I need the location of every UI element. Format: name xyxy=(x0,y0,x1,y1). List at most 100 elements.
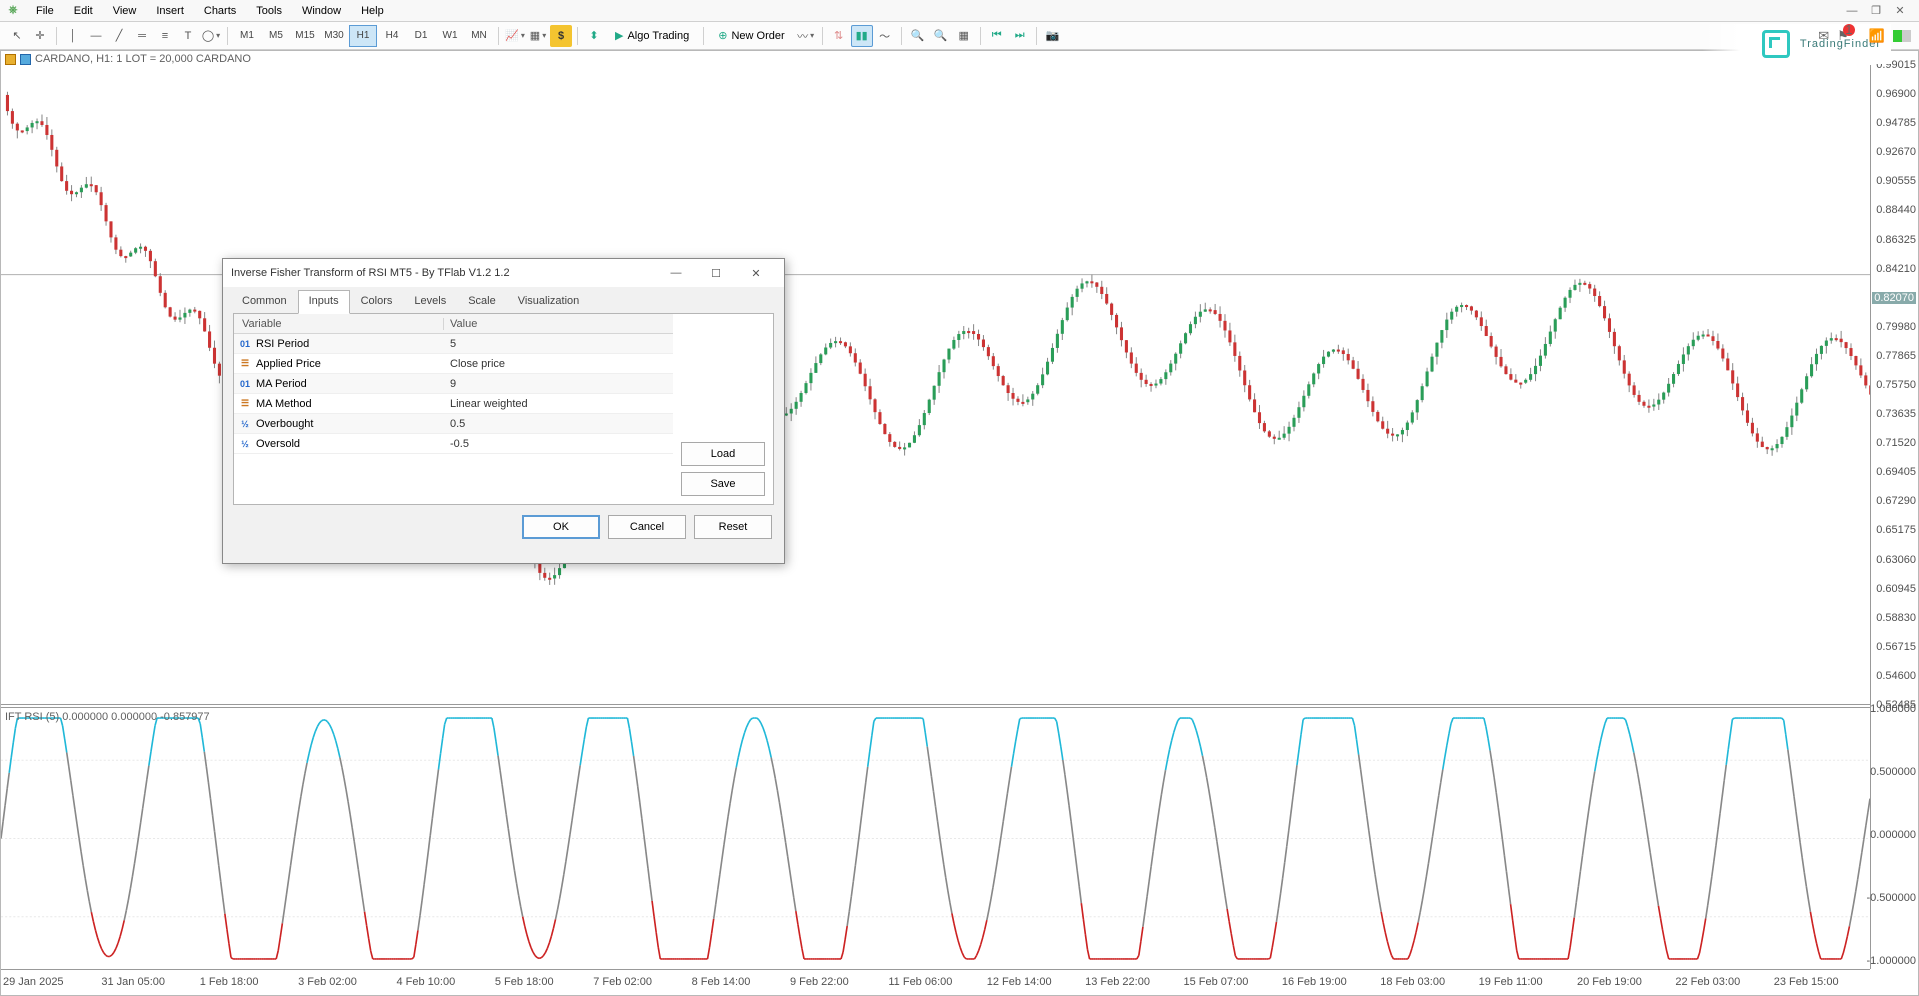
timeframe-m15[interactable]: M15 xyxy=(291,25,319,47)
input-row[interactable]: 01MA Period9 xyxy=(234,374,673,394)
indicator-pane[interactable] xyxy=(1,707,1870,969)
dollar-icon[interactable]: $ xyxy=(550,25,572,47)
timeframe-d1[interactable]: D1 xyxy=(407,25,435,47)
camera-icon[interactable]: 📷 xyxy=(1042,25,1064,47)
indicator-tick: -1.000000 xyxy=(1866,955,1916,967)
menu-window[interactable]: Window xyxy=(292,2,351,20)
input-row[interactable]: ☰MA MethodLinear weighted xyxy=(234,394,673,414)
algo-trading-button[interactable]: ▶Algo Trading xyxy=(606,25,698,47)
minimize-icon[interactable]: — xyxy=(1843,4,1861,18)
param-type-icon: ½ xyxy=(238,438,252,450)
dialog-minimize-icon[interactable]: — xyxy=(656,260,696,286)
timeframe-mn[interactable]: MN xyxy=(465,25,493,47)
zoom-in-icon[interactable]: 🔍 xyxy=(930,25,952,47)
cancel-button[interactable]: Cancel xyxy=(608,515,686,539)
time-tick: 19 Feb 11:00 xyxy=(1477,970,1575,995)
hline-tool-icon[interactable]: — xyxy=(85,25,107,47)
time-tick: 31 Jan 05:00 xyxy=(99,970,197,995)
time-tick: 11 Feb 06:00 xyxy=(886,970,984,995)
timeframe-m1[interactable]: M1 xyxy=(233,25,261,47)
vline-tool-icon[interactable]: │ xyxy=(62,25,84,47)
param-type-icon: 01 xyxy=(238,338,252,350)
param-name: MA Period xyxy=(256,378,307,390)
dialog-titlebar[interactable]: Inverse Fisher Transform of RSI MT5 - By… xyxy=(223,259,784,287)
param-value[interactable]: -0.5 xyxy=(444,438,673,450)
menu-view[interactable]: View xyxy=(103,2,147,20)
tab-visualization[interactable]: Visualization xyxy=(507,290,591,314)
time-tick: 20 Feb 19:00 xyxy=(1575,970,1673,995)
shapes-tool-icon[interactable]: ◯ xyxy=(200,25,222,47)
timeframe-h4[interactable]: H4 xyxy=(378,25,406,47)
timeframe-h1[interactable]: H1 xyxy=(349,25,377,47)
trendline-tool-icon[interactable]: ╱ xyxy=(108,25,130,47)
input-row[interactable]: ☰ Applied Price Close price xyxy=(234,354,673,374)
zoom-out-icon[interactable]: 🔍 xyxy=(907,25,929,47)
indicator-icon[interactable]: 〜 xyxy=(874,25,896,47)
dialog-maximize-icon[interactable]: ☐ xyxy=(696,260,736,286)
tab-levels[interactable]: Levels xyxy=(403,290,457,314)
step-back-icon[interactable]: ⏮ xyxy=(986,25,1008,47)
chartshift-icon[interactable]: ▮▮ xyxy=(851,25,873,47)
price-tick: 0.96900 xyxy=(1876,88,1916,100)
input-row[interactable]: 01 RSI Period 5 xyxy=(234,334,673,354)
restore-icon[interactable]: ❐ xyxy=(1867,4,1885,18)
templates-icon[interactable]: ▦ xyxy=(527,25,549,47)
alert-icon[interactable]: ⚑1 xyxy=(1837,28,1861,44)
save-button[interactable]: Save xyxy=(681,472,765,496)
close-icon[interactable]: ✕ xyxy=(1891,4,1909,18)
tab-colors[interactable]: Colors xyxy=(350,290,404,314)
menu-tools[interactable]: Tools xyxy=(246,2,292,20)
grid-icon[interactable]: ▦ xyxy=(953,25,975,47)
param-value[interactable]: 0.5 xyxy=(444,418,673,430)
input-row[interactable]: ½Overbought0.5 xyxy=(234,414,673,434)
time-tick: 29 Jan 2025 xyxy=(1,970,99,995)
time-tick: 3 Feb 02:00 xyxy=(296,970,394,995)
grid-header: Variable Value xyxy=(234,314,673,334)
param-value[interactable]: 5 xyxy=(444,338,673,350)
param-value[interactable]: Linear weighted xyxy=(444,398,673,410)
timeframe-m5[interactable]: M5 xyxy=(262,25,290,47)
menu-file[interactable]: File xyxy=(26,2,64,20)
tab-common[interactable]: Common xyxy=(231,290,298,314)
price-tick: 0.69405 xyxy=(1876,466,1916,478)
network-icon[interactable]: 📶 xyxy=(1869,28,1885,44)
menu-insert[interactable]: Insert xyxy=(146,2,194,20)
cursor-tool-icon[interactable]: ↖ xyxy=(6,25,28,47)
timeframe-m30[interactable]: M30 xyxy=(320,25,348,47)
step-fwd-icon[interactable]: ⏭ xyxy=(1009,25,1031,47)
param-type-icon: ☰ xyxy=(238,358,252,370)
tab-scale[interactable]: Scale xyxy=(457,290,507,314)
menu-help[interactable]: Help xyxy=(351,2,394,20)
indicator-tick: -0.500000 xyxy=(1866,892,1916,904)
text-tool-icon[interactable]: T xyxy=(177,25,199,47)
fib-tool-icon[interactable]: ≡ xyxy=(154,25,176,47)
param-name: RSI Period xyxy=(256,338,309,350)
channel-tool-icon[interactable]: ═ xyxy=(131,25,153,47)
dialog-close-icon[interactable]: ✕ xyxy=(736,260,776,286)
dialog-tabs: CommonInputsColorsLevelsScaleVisualizati… xyxy=(223,289,784,313)
trade-panel-icon[interactable]: ⬍ xyxy=(583,25,605,47)
price-tick: 0.86325 xyxy=(1876,234,1916,246)
param-name: Applied Price xyxy=(256,358,321,370)
inputs-grid[interactable]: Variable Value 01 RSI Period 5 ☰ Applied Pri… xyxy=(234,314,673,504)
new-order-button[interactable]: ⊕New Order xyxy=(709,25,793,47)
time-tick: 23 Feb 15:00 xyxy=(1772,970,1870,995)
reset-button[interactable]: Reset xyxy=(694,515,772,539)
price-tick: 0.54600 xyxy=(1876,670,1916,682)
autoscroll-icon[interactable]: ⇅ xyxy=(828,25,850,47)
ok-button[interactable]: OK xyxy=(522,515,600,539)
param-value[interactable]: 9 xyxy=(444,378,673,390)
crosshair-tool-icon[interactable]: ✛ xyxy=(29,25,51,47)
order-type-icon[interactable]: 〰 xyxy=(795,25,817,47)
param-value[interactable]: Close price xyxy=(444,358,673,370)
tab-inputs[interactable]: Inputs xyxy=(298,290,350,314)
mail-icon[interactable]: ✉ xyxy=(1818,28,1829,44)
indicator-title-text: IFT RSI (5) 0.000000 0.000000 -0.857977 xyxy=(5,711,210,723)
menu-charts[interactable]: Charts xyxy=(194,2,246,20)
chart-symbol-icon xyxy=(5,54,16,65)
load-button[interactable]: Load xyxy=(681,442,765,466)
chart-type-icon[interactable]: 📈 xyxy=(504,25,526,47)
menu-edit[interactable]: Edit xyxy=(64,2,103,20)
timeframe-w1[interactable]: W1 xyxy=(436,25,464,47)
input-row[interactable]: ½Oversold-0.5 xyxy=(234,434,673,454)
